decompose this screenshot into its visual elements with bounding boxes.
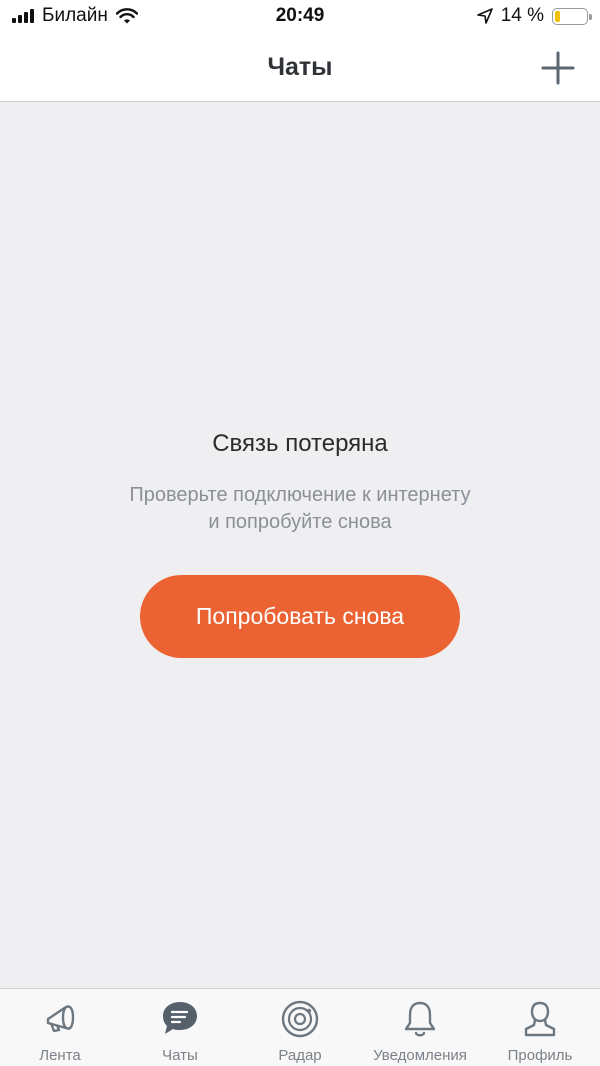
add-chat-button[interactable]: [538, 48, 578, 88]
megaphone-icon: [46, 1005, 75, 1033]
chat-bubble-icon: [163, 1002, 197, 1034]
bell-icon: [404, 1001, 436, 1037]
tab-radar-label: Радар: [278, 1047, 322, 1064]
status-bar: Билайн 20:49 14 %: [0, 0, 600, 34]
error-description: Проверьте подключение к интернету и попр…: [0, 482, 600, 536]
tab-bar: Лента Чаты Радар Уведомления Профиль: [0, 988, 600, 1066]
location-arrow-icon: [476, 8, 493, 24]
tab-profile-label: Профиль: [507, 1047, 573, 1064]
tab-feed-label: Лента: [39, 1047, 81, 1064]
chats-screen: Билайн 20:49 14 % Чаты Связь потеряна Пр…: [0, 0, 600, 1066]
radar-icon: [281, 1000, 319, 1038]
tab-radar[interactable]: Радар: [240, 989, 360, 1066]
tab-profile[interactable]: Профиль: [480, 989, 600, 1066]
battery-percent: 14 %: [500, 5, 544, 26]
person-icon: [524, 1001, 556, 1037]
battery-icon: [552, 7, 592, 25]
retry-button[interactable]: Попробовать снова: [140, 575, 460, 658]
plus-icon: [541, 51, 575, 85]
tab-notifications[interactable]: Уведомления: [360, 989, 480, 1066]
connection-error-message: Связь потеряна Проверьте подключение к и…: [0, 430, 600, 536]
tab-feed[interactable]: Лента: [0, 989, 120, 1066]
tab-notifications-label: Уведомления: [373, 1047, 467, 1064]
error-description-line-1: Проверьте подключение к интернету: [129, 484, 471, 506]
status-right: 14 %: [476, 5, 592, 27]
page-title: Чаты: [267, 53, 333, 81]
error-description-line-2: и попробуйте снова: [208, 511, 392, 533]
navigation-bar: Чаты: [0, 34, 600, 102]
error-title: Связь потеряна: [212, 430, 388, 457]
tab-chats[interactable]: Чаты: [120, 989, 240, 1066]
tab-chats-label: Чаты: [162, 1047, 198, 1064]
